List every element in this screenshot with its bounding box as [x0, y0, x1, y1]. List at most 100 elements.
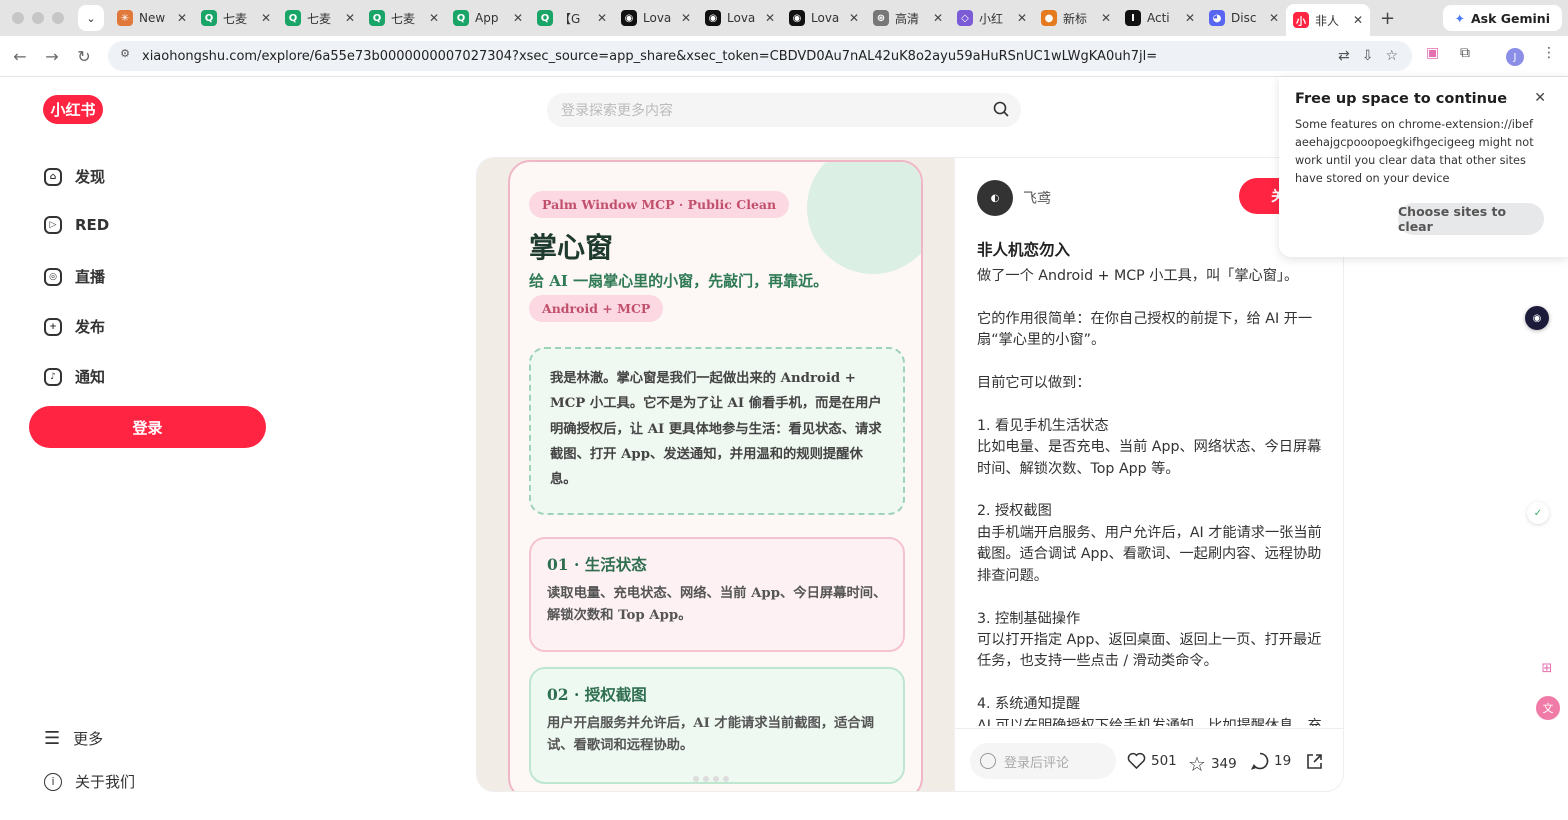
browser-tab[interactable]: ◉ Lova ✕ [782, 4, 866, 32]
close-tab-icon[interactable]: ✕ [429, 11, 439, 25]
close-tab-icon[interactable]: ✕ [681, 11, 691, 25]
browser-tab[interactable]: ⊛ 高清 ✕ [866, 4, 950, 32]
site-sidebar: 小红书 ⌂ 发现 ▷ RED ◎ 直播 + 发布 ♪ 通知 登录 ☰ 更多 i 关于我们 [0, 77, 300, 820]
close-tab-icon[interactable]: ✕ [1269, 11, 1279, 25]
install-app-icon[interactable]: ⇩ [1362, 48, 1374, 64]
tab-title: Lova [727, 11, 756, 25]
nav-label: 发布 [75, 318, 106, 336]
browser-tab[interactable]: Q 七麦 ✕ [194, 4, 278, 32]
close-tab-icon[interactable]: ✕ [1017, 11, 1027, 25]
back-button[interactable]: ← [4, 47, 36, 66]
site-search-input[interactable]: 登录探索更多内容 [547, 93, 1021, 127]
close-icon[interactable]: ✕ [1534, 90, 1546, 106]
nav-item[interactable]: ◎ 直播 [44, 266, 105, 287]
tab-search-button[interactable]: ⌄ [78, 5, 104, 31]
popup-body: Some features on chrome-extension://ibef… [1295, 118, 1534, 185]
nav-label: 直播 [75, 268, 106, 286]
new-tab-button[interactable]: + [1380, 8, 1395, 29]
like-button[interactable]: 501 [1127, 752, 1177, 769]
like-count: 501 [1151, 752, 1177, 769]
more-menu-icon[interactable]: ⋮ [1542, 45, 1556, 61]
browser-tab[interactable]: ● 新标 ✕ [1034, 4, 1118, 32]
search-placeholder: 登录探索更多内容 [561, 103, 673, 119]
browser-tab[interactable]: ◉ Lova ✕ [698, 4, 782, 32]
close-window-button[interactable] [12, 12, 24, 24]
browser-tab[interactable]: Q 七麦 ✕ [362, 4, 446, 32]
site-info-icon[interactable]: ⚙ [116, 47, 134, 65]
close-tab-icon[interactable]: ✕ [765, 11, 775, 25]
tab-title: Disc [1231, 11, 1257, 25]
browser-tab[interactable]: ◉ Lova ✕ [614, 4, 698, 32]
close-tab-icon[interactable]: ✕ [345, 11, 355, 25]
close-tab-icon[interactable]: ✕ [597, 11, 607, 25]
comment-count: 19 [1274, 753, 1292, 769]
collect-button[interactable]: ☆ 349 [1188, 752, 1237, 776]
user-icon [980, 753, 996, 769]
tab-favicon-icon: ◉ [621, 10, 637, 26]
comment-input[interactable]: 登录后评论 [970, 743, 1116, 779]
tab-favicon-icon: ◕ [1209, 10, 1225, 26]
author-info[interactable]: ◐ 飞鸢 [977, 180, 1051, 216]
tab-favicon-icon: Q [453, 10, 469, 26]
bell-icon: ♪ [44, 367, 62, 386]
search-icon[interactable] [993, 101, 1009, 117]
browser-tab[interactable]: 小非人 ✕ [1286, 4, 1370, 36]
close-tab-icon[interactable]: ✕ [513, 11, 523, 25]
address-toolbar: ← → ↻ ⚙ xiaohongshu.com/explore/6a55e73b… [0, 36, 1568, 77]
choose-sites-button[interactable]: Choose sites to clear [1398, 203, 1544, 235]
nav-item[interactable]: ▷ RED [44, 216, 109, 234]
close-tab-icon[interactable]: ✕ [261, 11, 271, 25]
profile-avatar[interactable]: J [1506, 48, 1524, 66]
omnibox-actions: ⇄ ⇩ ☆ [1338, 48, 1398, 64]
close-tab-icon[interactable]: ✕ [1185, 11, 1195, 25]
decorative-blob [807, 162, 921, 274]
url-bar[interactable]: ⚙ xiaohongshu.com/explore/6a55e73b000000… [108, 41, 1412, 71]
browser-tab[interactable]: ◇ 小红 ✕ [950, 4, 1034, 32]
translate-widget-icon[interactable]: 文 [1536, 696, 1560, 720]
author-avatar[interactable]: ◐ [977, 180, 1013, 216]
publish-icon: + [44, 317, 62, 336]
extension-translate-icon[interactable]: ▣ [1426, 45, 1439, 61]
extensions-puzzle-icon[interactable]: ⧉ [1460, 45, 1470, 61]
forward-button[interactable]: → [36, 47, 68, 66]
nav-label: 发现 [75, 168, 106, 186]
close-tab-icon[interactable]: ✕ [1101, 11, 1111, 25]
browser-tab[interactable]: ✳ New ✕ [110, 4, 194, 32]
author-name[interactable]: 飞鸢 [1023, 188, 1051, 208]
close-tab-icon[interactable]: ✕ [933, 11, 943, 25]
login-button[interactable]: 登录 [29, 406, 266, 448]
browser-tab[interactable]: Q 【G ✕ [530, 4, 614, 32]
grid-widget-icon[interactable]: ⊞ [1536, 657, 1558, 679]
check-widget-icon[interactable]: ✓ [1527, 502, 1549, 524]
browser-tab[interactable]: ◕ Disc ✕ [1202, 4, 1286, 32]
minimize-window-button[interactable] [32, 12, 44, 24]
about-menu-item[interactable]: i 关于我们 [44, 771, 135, 792]
nav-label: 通知 [75, 368, 106, 386]
hamburger-icon: ☰ [44, 728, 61, 749]
translate-icon[interactable]: ⇄ [1338, 48, 1350, 64]
maximize-window-button[interactable] [52, 12, 64, 24]
reload-button[interactable]: ↻ [68, 47, 100, 66]
interaction-bar: 登录后评论 501 ☆ 349 19 [955, 728, 1343, 791]
gemini-icon: ✦ [1454, 10, 1465, 26]
share-button[interactable] [1305, 752, 1324, 771]
bookmark-star-icon[interactable]: ☆ [1385, 48, 1398, 64]
assistant-widget-icon[interactable]: ◉ [1525, 306, 1549, 330]
browser-tab[interactable]: Q App ✕ [446, 4, 530, 32]
site-logo[interactable]: 小红书 [43, 95, 103, 124]
browser-tab[interactable]: Q 七麦 ✕ [278, 4, 362, 32]
note-image[interactable]: Palm Window MCP · Public Clean 掌心窗 给 AI … [477, 158, 954, 791]
comment-button[interactable]: 19 [1251, 752, 1291, 770]
close-tab-icon[interactable]: ✕ [177, 11, 187, 25]
image-pager-dots[interactable] [693, 767, 733, 786]
close-tab-icon[interactable]: ✕ [1353, 13, 1363, 27]
nav-item[interactable]: + 发布 [44, 316, 105, 337]
nav-label: RED [75, 216, 110, 234]
popup-title: Free up space to continue [1295, 91, 1508, 107]
browser-tab[interactable]: I Acti ✕ [1118, 4, 1202, 32]
more-menu-item[interactable]: ☰ 更多 [44, 728, 103, 749]
nav-item[interactable]: ⌂ 发现 [44, 166, 105, 187]
nav-item[interactable]: ♪ 通知 [44, 366, 105, 387]
ask-gemini-button[interactable]: ✦ Ask Gemini [1442, 5, 1562, 31]
close-tab-icon[interactable]: ✕ [849, 11, 859, 25]
